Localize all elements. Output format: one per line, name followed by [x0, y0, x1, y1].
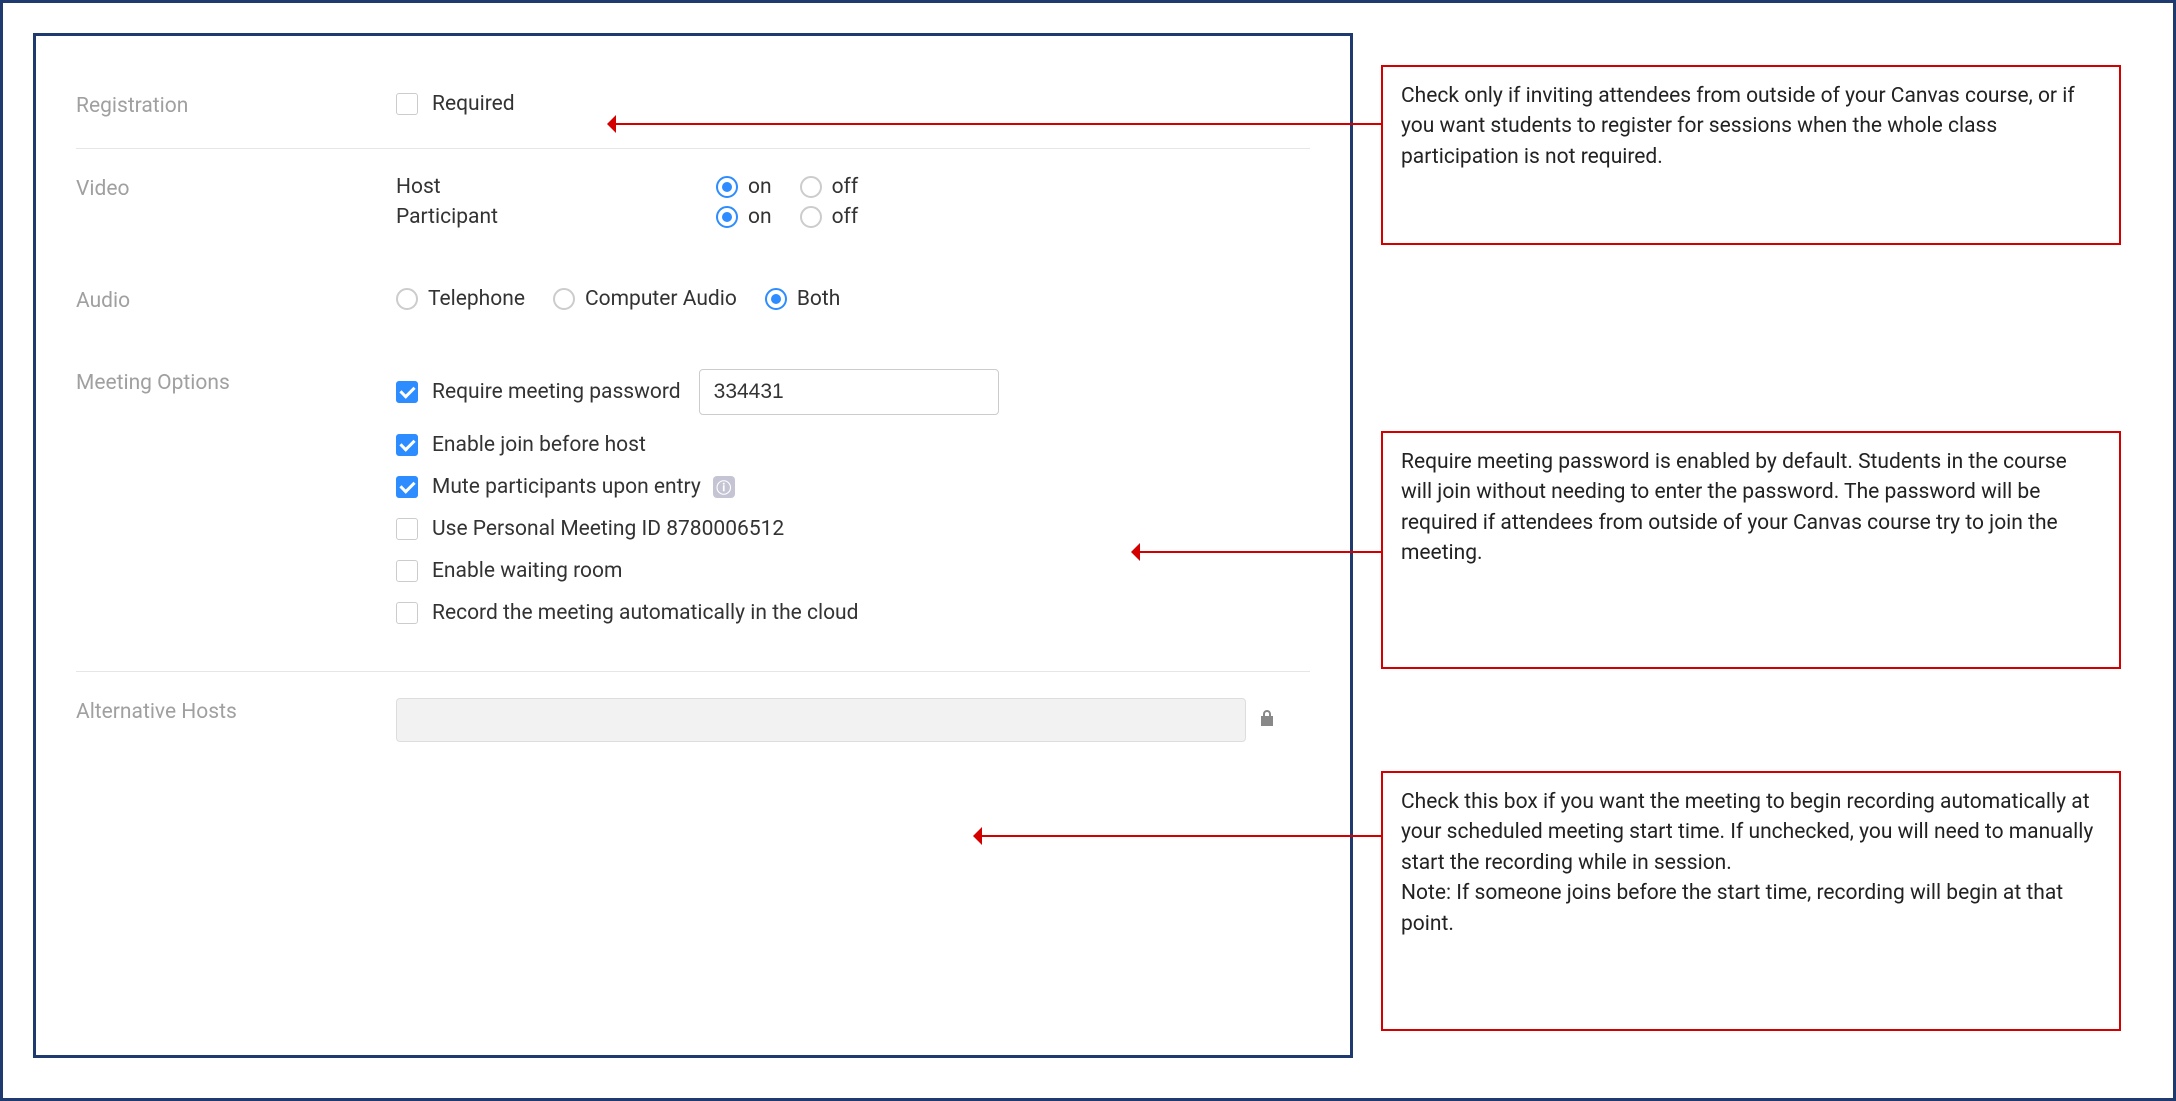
- registration-required-text: Required: [432, 92, 515, 116]
- join-before-host-text: Enable join before host: [432, 433, 646, 457]
- arrow-to-recording: [975, 835, 1381, 837]
- audio-telephone-text: Telephone: [428, 287, 525, 311]
- meeting-options-label: Meeting Options: [76, 369, 396, 631]
- join-before-host-checkbox[interactable]: [396, 434, 418, 456]
- video-participant-off-radio[interactable]: [800, 206, 822, 228]
- registration-section: Registration Required: [76, 66, 1310, 149]
- video-host-on-text: on: [748, 175, 772, 199]
- audio-both-text: Both: [797, 287, 841, 311]
- password-input[interactable]: [699, 369, 999, 415]
- use-pmi-text: Use Personal Meeting ID 8780006512: [432, 517, 784, 541]
- audio-telephone-radio[interactable]: [396, 288, 418, 310]
- video-label: Video: [76, 175, 396, 235]
- auto-record-text: Record the meeting automatically in the …: [432, 601, 858, 625]
- use-pmi-checkbox[interactable]: [396, 518, 418, 540]
- audio-section: Audio Telephone Computer Audio Both: [76, 261, 1310, 343]
- require-password-checkbox[interactable]: [396, 381, 418, 403]
- alternative-hosts-section: Alternative Hosts: [76, 672, 1310, 774]
- video-participant-on-text: on: [748, 205, 772, 229]
- auto-record-checkbox[interactable]: [396, 602, 418, 624]
- alternative-hosts-input[interactable]: [396, 698, 1246, 742]
- video-host-off-text: off: [832, 175, 859, 199]
- video-host-label: Host: [396, 175, 716, 199]
- arrow-to-password: [1133, 551, 1381, 553]
- page-container: Registration Required Video Host on off: [0, 0, 2176, 1101]
- audio-label: Audio: [76, 287, 396, 317]
- callout-registration: Check only if inviting attendees from ou…: [1381, 65, 2121, 245]
- mute-entry-checkbox[interactable]: [396, 476, 418, 498]
- registration-label: Registration: [76, 92, 396, 122]
- audio-computer-radio[interactable]: [553, 288, 575, 310]
- waiting-room-checkbox[interactable]: [396, 560, 418, 582]
- mute-entry-text: Mute participants upon entry: [432, 475, 701, 499]
- callout-password: Require meeting password is enabled by d…: [1381, 431, 2121, 669]
- info-icon[interactable]: ⓘ: [713, 476, 735, 498]
- video-host-off-radio[interactable]: [800, 176, 822, 198]
- arrow-to-registration: [609, 123, 1381, 125]
- video-host-on-radio[interactable]: [716, 176, 738, 198]
- registration-required-checkbox[interactable]: [396, 93, 418, 115]
- video-participant-off-text: off: [832, 205, 859, 229]
- alternative-hosts-label: Alternative Hosts: [76, 698, 396, 748]
- video-participant-on-radio[interactable]: [716, 206, 738, 228]
- audio-both-radio[interactable]: [765, 288, 787, 310]
- callout-recording: Check this box if you want the meeting t…: [1381, 771, 2121, 1031]
- waiting-room-text: Enable waiting room: [432, 559, 622, 583]
- video-participant-label: Participant: [396, 205, 716, 229]
- lock-icon: [1260, 708, 1274, 732]
- require-password-text: Require meeting password: [432, 380, 681, 404]
- settings-panel: Registration Required Video Host on off: [33, 33, 1353, 1058]
- video-section: Video Host on off Participant on off: [76, 149, 1310, 261]
- meeting-options-section: Meeting Options Require meeting password…: [76, 343, 1310, 672]
- audio-computer-text: Computer Audio: [585, 287, 737, 311]
